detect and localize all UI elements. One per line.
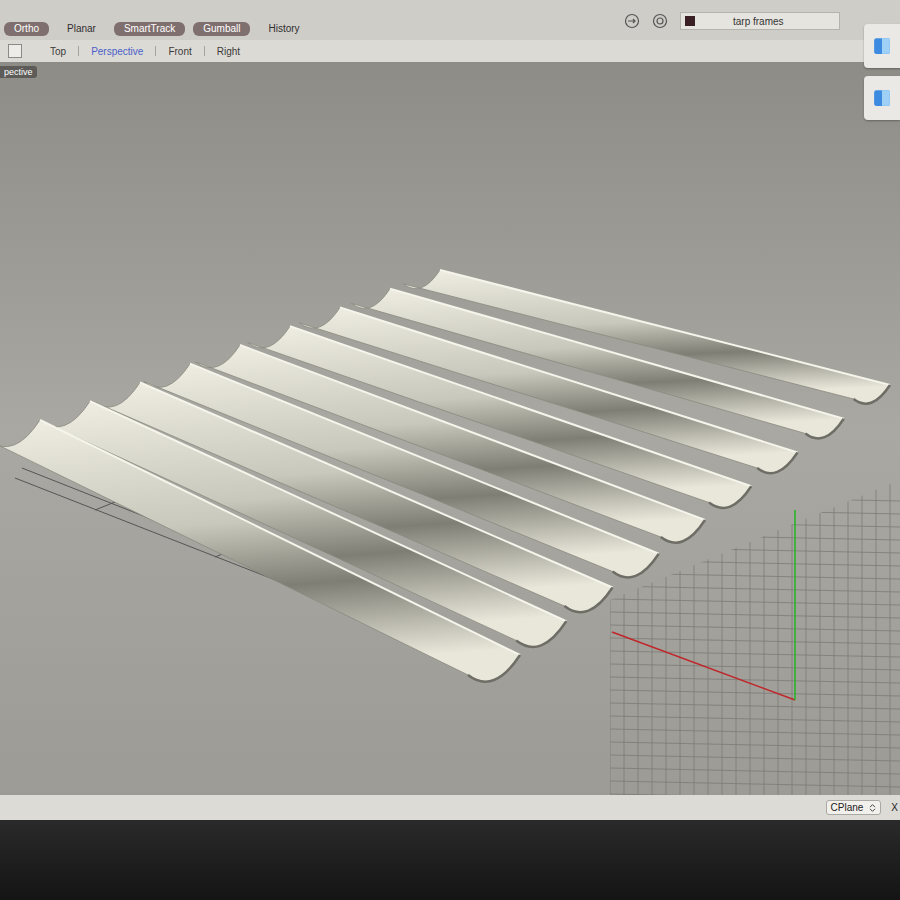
viewport-tabs: Top Perspective Front Right	[0, 40, 900, 62]
toggle-button[interactable]: History	[258, 22, 309, 36]
y-axis	[794, 510, 796, 700]
x-axis	[612, 632, 795, 700]
rhino-window: Ortho Planar SmartTrack Gumball History tarp…	[0, 0, 900, 900]
osnap-icon[interactable]	[624, 13, 640, 29]
updown-arrows-icon	[869, 803, 876, 813]
tarp-trough[interactable]	[40, 401, 566, 647]
viewport-tab[interactable]: Right	[217, 46, 240, 57]
tab-separator	[78, 46, 79, 56]
screen-bezel	[0, 820, 900, 900]
finder-button[interactable]	[864, 76, 900, 120]
toggle-button[interactable]: Gumball	[193, 22, 250, 36]
layer-area: tarp frames	[624, 12, 900, 30]
viewport-background	[0, 62, 900, 795]
toggle-button[interactable]: SmartTrack	[114, 22, 185, 36]
coordinate-label: X	[891, 802, 898, 813]
target-icon[interactable]	[652, 13, 668, 29]
side-panel	[864, 24, 900, 120]
toggle-button[interactable]: Planar	[57, 22, 106, 36]
finder-icon	[873, 37, 891, 55]
toolbar: Ortho Planar SmartTrack Gumball History tarp…	[0, 0, 900, 40]
model-canvas[interactable]	[0, 62, 900, 795]
layer-field[interactable]: tarp frames	[680, 12, 840, 30]
layer-name: tarp frames	[733, 16, 784, 27]
layer-color-swatch[interactable]	[685, 16, 695, 26]
tab-separator	[204, 46, 205, 56]
cplane-dropdown[interactable]: CPlane	[826, 800, 882, 815]
viewport-label[interactable]: pective	[0, 66, 37, 78]
viewport-tab[interactable]: Top	[50, 46, 66, 57]
toggle-button[interactable]: Ortho	[4, 22, 49, 36]
cplane-label: CPlane	[831, 802, 864, 813]
perspective-viewport[interactable]: pective	[0, 62, 900, 795]
viewport-tab[interactable]: Perspective	[91, 46, 143, 57]
tab-separator	[155, 46, 156, 56]
layout-box-icon[interactable]	[8, 44, 22, 58]
tarp-trough[interactable]	[0, 420, 520, 682]
status-bar: CPlane X	[0, 795, 900, 820]
viewport-tab[interactable]: Front	[168, 46, 191, 57]
finder-button[interactable]	[864, 24, 900, 68]
finder-icon	[873, 89, 891, 107]
